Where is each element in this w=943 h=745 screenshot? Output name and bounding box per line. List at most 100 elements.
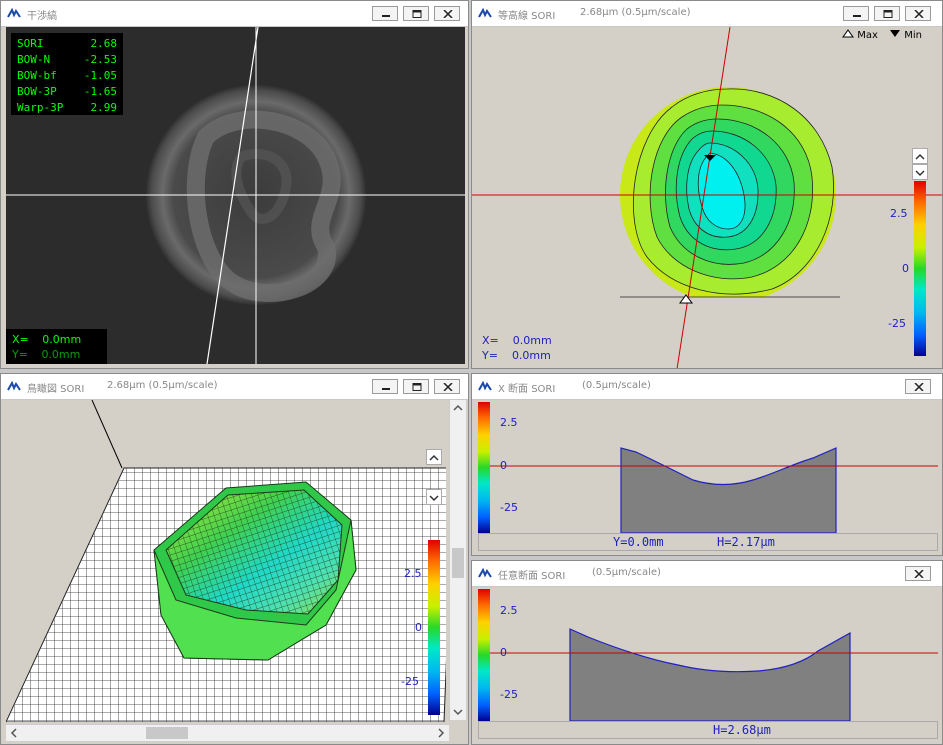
close-icon	[443, 10, 453, 18]
minimize-icon	[853, 15, 861, 17]
reading-label: BOW-N	[17, 53, 51, 66]
chevron-up-icon	[915, 153, 925, 160]
any-section-profile[interactable]	[478, 587, 938, 721]
close-button[interactable]	[905, 566, 931, 581]
reading-row: BOW-3P -1.65	[17, 84, 117, 100]
any-section-titlebar[interactable]: 任意断面 SORI (0.5µm/scale)	[472, 561, 942, 587]
scale-tick: 2.5	[890, 207, 908, 220]
hscroll-thumb[interactable]	[146, 727, 188, 739]
x-value: 0.0mm	[42, 333, 82, 346]
maximize-icon	[412, 383, 422, 391]
close-button[interactable]	[434, 6, 460, 21]
maximize-button[interactable]	[403, 379, 429, 394]
contour-legend: Max Min	[842, 29, 922, 41]
chevron-left-icon[interactable]	[6, 725, 22, 741]
interference-title: 干渉縞	[27, 11, 57, 22]
chevron-right-icon[interactable]	[433, 725, 449, 741]
birdseye-titlebar[interactable]: 鳥瞰図 SORI 2.68µm (0.5µm/scale)	[1, 374, 468, 400]
reading-label: BOW-3P	[17, 85, 57, 98]
x-section-titlebar[interactable]: X 断面 SORI (0.5µm/scale)	[472, 374, 942, 400]
any-section-title: 任意断面 SORI	[498, 571, 566, 582]
close-button[interactable]	[434, 379, 460, 394]
reading-row: Warp-3P 2.99	[17, 100, 117, 116]
interference-image[interactable]: SORI 2.68 BOW-N -2.53 BOW-bf -1.05 BOW-3P -1.65…	[6, 27, 465, 364]
height-value: H=2.68µm	[713, 723, 771, 737]
x-label: X=	[12, 333, 29, 346]
app-logo-icon	[478, 568, 492, 578]
reading-value: 2.99	[90, 101, 118, 114]
minimize-icon	[382, 388, 390, 390]
interference-titlebar[interactable]: 干渉縞	[1, 1, 468, 27]
reading-row: BOW-bf -1.05	[17, 68, 117, 84]
interference-window: 干渉縞 SORI 2.68 BOW-N -2.53 BOW-bf -1.05 BOW-3P -…	[0, 0, 469, 369]
birdseye-subtitle: 2.68µm (0.5µm/scale)	[107, 380, 218, 391]
readings-panel: SORI 2.68 BOW-N -2.53 BOW-bf -1.05 BOW-3P -1.65…	[11, 33, 123, 115]
close-icon	[914, 570, 924, 578]
close-icon	[914, 10, 924, 18]
x-section-subtitle: (0.5µm/scale)	[582, 380, 651, 391]
min-triangle-icon	[890, 30, 901, 37]
maximize-button[interactable]	[403, 6, 429, 21]
birdseye-vscroll[interactable]	[449, 400, 466, 720]
maximize-icon	[883, 10, 893, 18]
contour-scroll-up[interactable]	[912, 148, 928, 164]
birdseye-hscroll[interactable]	[6, 724, 449, 741]
scale-tick: -25	[500, 501, 518, 514]
scale-tick: 2.5	[500, 604, 518, 617]
reading-label: BOW-bf	[17, 69, 57, 82]
birdseye-zoom-up[interactable]	[426, 449, 442, 465]
y-label: Y=	[12, 348, 28, 361]
birdseye-zoom-down[interactable]	[426, 489, 442, 505]
x-section-window: X 断面 SORI (0.5µm/scale) 2.5 0 -25 Y=0.0m…	[471, 373, 943, 556]
maximize-button[interactable]	[874, 6, 900, 21]
reading-label: Warp-3P	[17, 101, 64, 114]
scale-tick: 0	[415, 621, 422, 634]
close-icon	[443, 383, 453, 391]
scale-tick: -25	[888, 317, 906, 330]
contour-title: 等高線 SORI	[498, 11, 556, 22]
scale-tick: 0	[902, 262, 909, 275]
scale-tick: -25	[500, 688, 518, 701]
scale-tick: 0	[500, 646, 507, 659]
reading-value: 2.68	[90, 37, 118, 50]
x-section-color-scale	[478, 402, 490, 533]
reading-row: BOW-N -2.53	[17, 52, 117, 68]
chevron-down-icon	[429, 495, 439, 502]
close-button[interactable]	[905, 6, 931, 21]
birdseye-view[interactable]	[6, 400, 446, 722]
minimize-button[interactable]	[372, 6, 398, 21]
chevron-down-icon[interactable]	[450, 704, 466, 720]
chevron-up-icon[interactable]	[450, 400, 466, 416]
close-icon	[914, 383, 924, 391]
app-logo-icon	[7, 8, 21, 18]
birdseye-title: 鳥瞰図 SORI	[27, 384, 85, 395]
close-button[interactable]	[905, 379, 931, 394]
minimize-icon	[382, 15, 390, 17]
contour-scroll-down[interactable]	[912, 164, 928, 180]
scale-tick: 2.5	[404, 567, 422, 580]
reading-row: SORI 2.68	[17, 36, 117, 52]
app-logo-icon	[7, 381, 21, 391]
x-section-footer: Y=0.0mm H=2.17µm	[478, 533, 938, 551]
contour-titlebar[interactable]: 等高線 SORI 2.68µm (0.5µm/scale)	[472, 1, 942, 27]
contour-map[interactable]	[472, 27, 942, 369]
y-value: 0.0mm	[41, 348, 81, 361]
scale-tick: 0	[500, 459, 507, 472]
app-logo-icon	[478, 8, 492, 18]
vscroll-thumb[interactable]	[452, 548, 464, 578]
x-section-profile[interactable]	[478, 400, 938, 533]
reading-label: SORI	[17, 37, 44, 50]
any-section-footer: H=2.68µm	[478, 721, 938, 739]
minimize-button[interactable]	[843, 6, 869, 21]
app-logo-icon	[478, 381, 492, 391]
scale-tick: -25	[401, 675, 419, 688]
reading-value: -1.65	[83, 85, 117, 98]
any-section-subtitle: (0.5µm/scale)	[592, 567, 661, 578]
contour-color-scale	[914, 181, 926, 356]
y-position: Y=0.0mm	[613, 535, 664, 549]
maximize-icon	[412, 10, 422, 18]
height-value: H=2.17µm	[717, 535, 775, 549]
contour-coordinates: X= 0.0mm Y= 0.0mm	[482, 334, 552, 362]
minimize-button[interactable]	[372, 379, 398, 394]
x-section-title: X 断面 SORI	[498, 384, 556, 395]
